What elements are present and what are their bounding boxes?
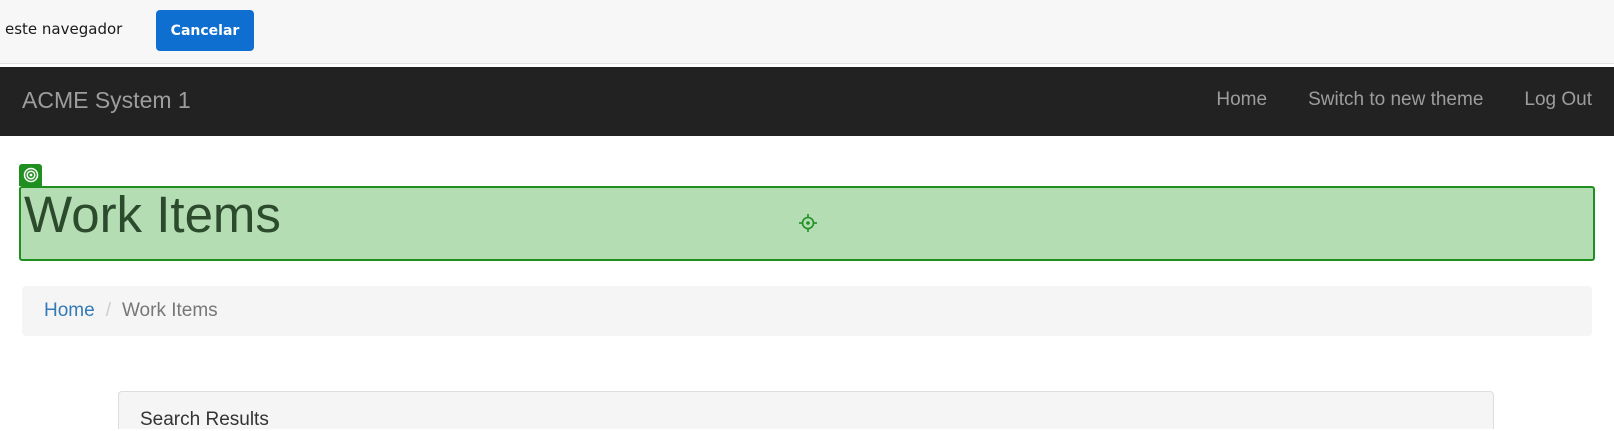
page-heading-highlight: Work Items [19,186,1595,261]
breadcrumb-separator: / [105,300,111,321]
notification-text: este navegador [5,20,123,38]
nav-links: Home Switch to new theme Log Out [1216,89,1592,111]
breadcrumb-current: Work Items [121,300,218,321]
breadcrumb-home-link[interactable]: Home [44,300,95,322]
notification-bar: este navegador Cancelar [0,0,1614,64]
search-results-panel: Search Results [118,391,1494,430]
nav-link-switch-theme[interactable]: Switch to new theme [1308,89,1483,111]
nav-link-home[interactable]: Home [1216,89,1267,111]
top-navbar: ACME System 1 Home Switch to new theme L… [0,67,1614,136]
page-title: Work Items [24,186,281,243]
brand-link[interactable]: ACME System 1 [22,87,191,114]
panel-title: Search Results [140,409,269,430]
nav-link-log-out[interactable]: Log Out [1524,89,1592,111]
target-rings-icon [19,164,42,186]
cancel-button[interactable]: Cancelar [156,10,254,51]
breadcrumb: Home / Work Items [22,286,1592,336]
crosshair-icon [799,214,817,237]
